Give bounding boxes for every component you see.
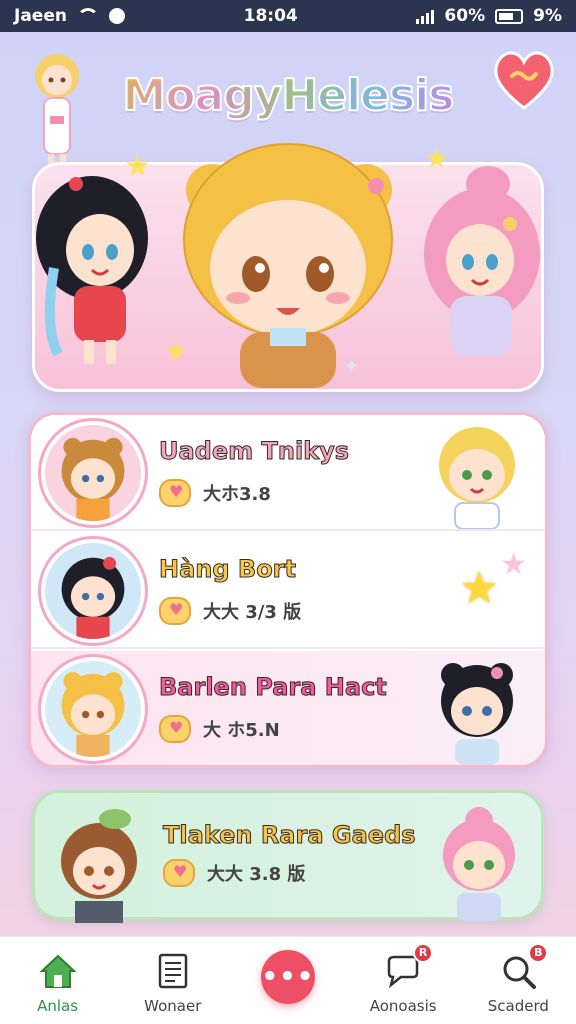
- star-icon: ★: [124, 149, 151, 184]
- battery-percent: 60%: [444, 6, 486, 26]
- avatar: [41, 421, 145, 525]
- document-icon: [158, 953, 188, 988]
- app-header: MoagyHelesis: [0, 36, 576, 168]
- featured-title: Tlaken Rara Gaeds: [163, 821, 417, 850]
- heart-bubble-icon: [159, 479, 191, 507]
- hero-characters-illustration: ★ ★ ★ ✦: [36, 142, 540, 388]
- row-title: Barlen Para Hact: [159, 673, 388, 702]
- signal-text: 9%: [533, 6, 562, 26]
- heart-bubble-icon: [159, 715, 191, 743]
- heart-bubble-icon: [159, 597, 191, 625]
- tab-documents[interactable]: Wonaer: [123, 937, 223, 1024]
- notification-badge: R: [413, 942, 434, 963]
- carrier-label: Jaeen: [14, 6, 67, 26]
- list-item[interactable]: Hàng Bort 大大 3/3 版 ★ ★: [31, 533, 545, 649]
- list-item[interactable]: Barlen Para Hact 大 ホ5.N: [31, 651, 545, 765]
- tab-messages[interactable]: R Aonoasis: [353, 937, 453, 1024]
- clock: 18:04: [243, 6, 298, 26]
- notification-badge: B: [528, 942, 549, 963]
- row-subtitle-text: 大 ホ5.N: [203, 720, 280, 741]
- more-button[interactable]: •••: [260, 949, 315, 1004]
- avatar: [41, 539, 145, 643]
- home-icon: [39, 954, 77, 988]
- app-logo: MoagyHelesis: [118, 56, 458, 136]
- battery-icon: [495, 8, 524, 24]
- heart-bubble-icon: [163, 859, 195, 887]
- character-list: Uadem Tnikys 大ホ3.8 Hàng Bort 大大 3/3 版: [28, 412, 548, 768]
- notification-dot-icon: [108, 8, 125, 24]
- tab-more[interactable]: •••: [238, 937, 338, 1024]
- star-icon: ★: [459, 563, 499, 614]
- featured-subtitle: 大大 3.8 版: [163, 859, 305, 887]
- character-thumbnail: [441, 663, 513, 765]
- featured-subtitle-text: 大大 3.8 版: [207, 864, 306, 885]
- row-subtitle: 大 ホ5.N: [159, 715, 280, 743]
- tab-label: Wonaer: [144, 996, 202, 1015]
- wifi-icon: [76, 8, 99, 24]
- row-subtitle-text: 大大 3/3 版: [203, 602, 302, 623]
- avatar: [61, 809, 137, 923]
- bottom-tab-bar: Anlas Wonaer ••• R Aonoasis B Scaderd: [0, 936, 576, 1024]
- heart-icon[interactable]: [488, 44, 560, 116]
- row-title: Hàng Bort: [159, 555, 297, 584]
- row-subtitle: 大大 3/3 版: [159, 597, 301, 625]
- tab-label: Anlas: [37, 996, 79, 1015]
- signal-icon: [416, 8, 435, 24]
- star-icon: ★: [500, 547, 527, 582]
- character-thumbnail: [439, 427, 515, 529]
- featured-card[interactable]: Tlaken Rara Gaeds 大大 3.8 版: [32, 790, 544, 923]
- avatar: [41, 657, 145, 761]
- row-subtitle-text: 大ホ3.8: [203, 484, 271, 505]
- row-subtitle: 大ホ3.8: [159, 479, 271, 507]
- status-bar: Jaeen 18:04 60% 9%: [0, 0, 576, 32]
- character-thumbnail: [443, 807, 515, 921]
- star-icon: ★: [424, 142, 449, 175]
- row-title: Uadem Tnikys: [158, 437, 350, 466]
- tab-home[interactable]: Anlas: [8, 937, 108, 1024]
- tab-search[interactable]: B Scaderd: [468, 937, 568, 1024]
- tab-label: Aonoasis: [369, 996, 437, 1015]
- list-item[interactable]: Uadem Tnikys 大ホ3.8: [31, 415, 545, 531]
- sparkle-icon: ✦: [344, 356, 359, 377]
- tab-label: Scaderd: [487, 996, 549, 1015]
- star-icon: ★: [164, 337, 187, 367]
